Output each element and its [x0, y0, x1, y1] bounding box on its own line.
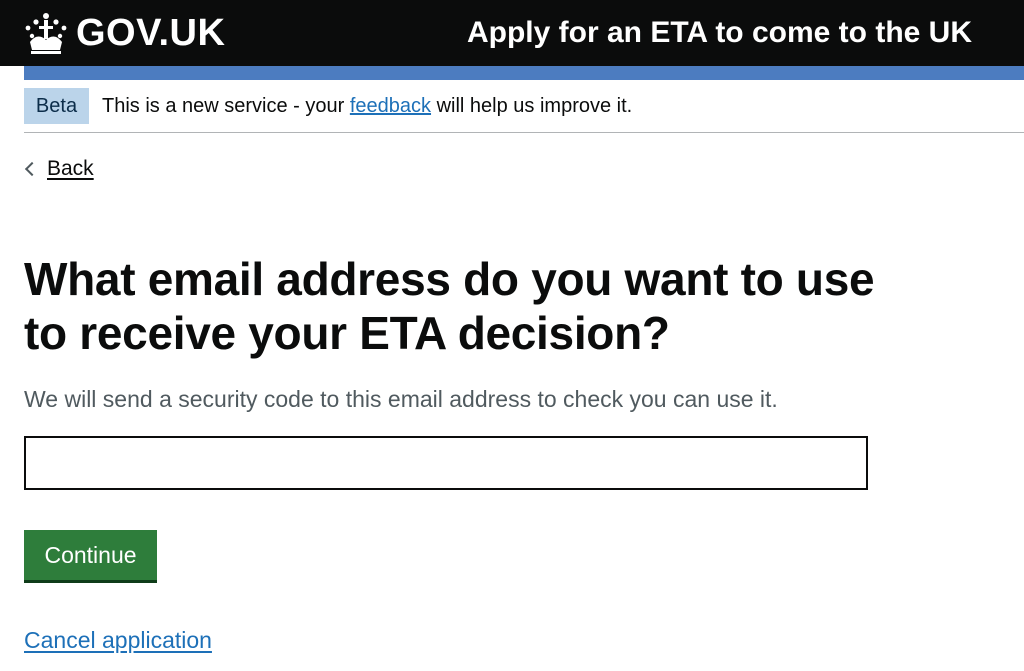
phase-text-after: will help us improve it.	[431, 95, 633, 117]
beta-tag: Beta	[24, 88, 89, 124]
phase-banner-text: This is a new service - your feedback wi…	[102, 88, 632, 124]
service-name-link[interactable]: Apply for an ETA to come to the UK	[467, 12, 972, 54]
feedback-link[interactable]: feedback	[350, 95, 431, 117]
back-label: Back	[47, 157, 94, 180]
phase-text-before: This is a new service - your	[102, 95, 350, 117]
email-hint: We will send a security code to this ema…	[24, 386, 778, 412]
cancel-application-link[interactable]: Cancel application	[24, 624, 212, 656]
chevron-left-icon	[24, 161, 40, 177]
back-link[interactable]: Back	[24, 154, 94, 184]
govuk-logo-link[interactable]: GOV.UK	[22, 8, 225, 58]
logo-text: GOV.UK	[76, 12, 226, 54]
phase-banner: Beta This is a new service - your feedba…	[24, 88, 1024, 133]
email-input[interactable]	[24, 436, 868, 490]
crown-icon	[25, 13, 67, 54]
header: GOV.UK Apply for an ETA to come to the U…	[0, 0, 1024, 66]
page-title: What email address do you want to use to…	[24, 253, 875, 359]
header-accent-bar	[24, 66, 1024, 80]
continue-button[interactable]: Continue	[24, 530, 157, 580]
